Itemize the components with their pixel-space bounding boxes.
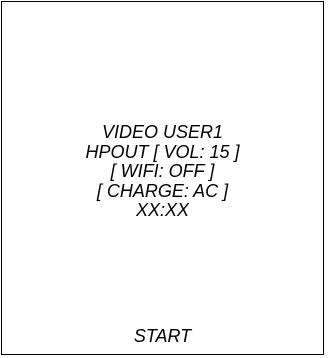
headphone-volume-label: HPOUT [ VOL: 15 ]: [85, 141, 240, 162]
mode-label: VIDEO USER1: [101, 122, 224, 142]
clock-label: XX:XX: [135, 200, 190, 220]
start-button[interactable]: START: [2, 326, 323, 346]
status-panel: VIDEO USER1 HPOUT [ VOL: 15 ] [ WIFI: OF…: [2, 122, 323, 221]
device-screen: VIDEO USER1 HPOUT [ VOL: 15 ] [ WIFI: OF…: [1, 1, 324, 355]
wifi-status-label: [ WIFI: OFF ]: [110, 161, 215, 181]
charge-status-label: [ CHARGE: AC ]: [96, 180, 229, 201]
